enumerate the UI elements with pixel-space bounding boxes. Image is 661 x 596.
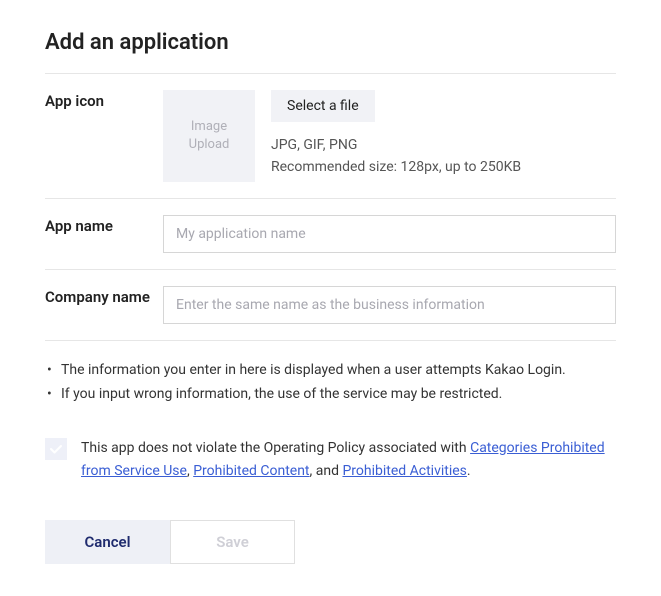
- app-icon-row: App icon Image Upload Select a file JPG,…: [45, 74, 616, 199]
- actions-row: Cancel Save: [45, 520, 616, 564]
- image-upload-placeholder[interactable]: Image Upload: [163, 90, 255, 182]
- app-icon-label: App icon: [45, 90, 163, 182]
- company-name-input[interactable]: [163, 286, 616, 324]
- select-file-button[interactable]: Select a file: [271, 90, 375, 122]
- file-size-hint: Recommended size: 128px, up to 250KB: [271, 156, 616, 178]
- page-title: Add an application: [45, 30, 616, 55]
- image-upload-text: Image Upload: [189, 118, 230, 154]
- company-name-row: Company name: [45, 270, 616, 341]
- note-item: If you input wrong information, the use …: [45, 383, 616, 407]
- cancel-button[interactable]: Cancel: [45, 520, 170, 564]
- save-button[interactable]: Save: [170, 520, 295, 564]
- app-name-input[interactable]: [163, 215, 616, 253]
- company-name-label: Company name: [45, 286, 163, 324]
- consent-checkbox[interactable]: [45, 438, 67, 460]
- link-prohibited-activities[interactable]: Prohibited Activities: [342, 463, 466, 479]
- check-icon: [49, 442, 63, 456]
- link-prohibited-content[interactable]: Prohibited Content: [193, 463, 309, 479]
- consent-text: This app does not violate the Operating …: [81, 437, 616, 485]
- app-name-row: App name: [45, 199, 616, 270]
- notes-section: The information you enter in here is dis…: [45, 341, 616, 427]
- app-name-label: App name: [45, 215, 163, 253]
- note-item: The information you enter in here is dis…: [45, 359, 616, 383]
- file-format-hint: JPG, GIF, PNG: [271, 134, 616, 156]
- consent-row: This app does not violate the Operating …: [45, 427, 616, 505]
